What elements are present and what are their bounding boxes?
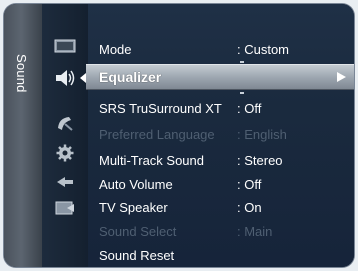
category-tab-label: Sound xyxy=(14,54,29,93)
tv-osd-menu: Sound Mode: Custom Equalizer SRS TruSur… xyxy=(4,4,354,267)
menu-item-value: : Main xyxy=(237,223,273,239)
menu-item-label: TV Speaker xyxy=(99,199,168,215)
menu-item-multi-track-sound[interactable]: Multi-Track Sound : Stereo xyxy=(88,149,354,171)
scroll-up-indicator xyxy=(240,61,244,63)
scroll-down-indicator xyxy=(240,92,244,94)
menu-item-label: Equalizer xyxy=(99,69,162,85)
picture-icon[interactable] xyxy=(50,35,80,57)
menu-item-label: Auto Volume xyxy=(99,176,173,192)
menu-item-label: Sound Select xyxy=(99,223,177,239)
menu-item-value: : English xyxy=(237,126,287,142)
input-icon[interactable] xyxy=(50,171,80,193)
sound-icon[interactable] xyxy=(50,67,80,89)
menu-item-value: : Custom xyxy=(237,41,290,57)
application-icon[interactable] xyxy=(50,197,80,219)
menu-item-equalizer[interactable]: Equalizer xyxy=(80,64,354,90)
menu-item-srs-trusurround[interactable]: SRS TruSurround XT : Off xyxy=(88,97,354,119)
category-tab: Sound xyxy=(4,4,42,267)
menu-item-label: SRS TruSurround XT xyxy=(99,100,222,116)
sound-menu-panel: Mode : Custom Equalizer SRS TruSurround … xyxy=(80,4,354,267)
menu-item-label: Sound Reset xyxy=(99,247,175,263)
menu-item-sound-select: Sound Select : Main xyxy=(88,220,354,242)
submenu-arrow-icon xyxy=(337,72,346,82)
menu-item-tv-speaker[interactable]: TV Speaker : On xyxy=(88,196,354,218)
menu-item-label: Mode xyxy=(99,41,132,57)
menu-item-auto-volume[interactable]: Auto Volume : Off xyxy=(88,173,354,195)
selection-pointer-icon xyxy=(80,73,86,83)
channel-icon[interactable] xyxy=(50,112,80,134)
menu-item-value: : On xyxy=(237,199,262,215)
menu-item-mode[interactable]: Mode : Custom xyxy=(88,38,354,60)
menu-item-sound-reset[interactable]: Sound Reset xyxy=(88,244,354,266)
menu-item-preferred-language: Preferred Language : English xyxy=(88,123,354,145)
menu-item-value: : Off xyxy=(237,100,262,116)
menu-item-value: : Stereo xyxy=(237,152,283,168)
setup-icon[interactable] xyxy=(50,142,80,164)
category-icon-column xyxy=(42,4,88,267)
menu-item-value: : Off xyxy=(237,176,262,192)
menu-item-label: Preferred Language xyxy=(99,126,215,142)
menu-item-label: Multi-Track Sound xyxy=(99,152,204,168)
